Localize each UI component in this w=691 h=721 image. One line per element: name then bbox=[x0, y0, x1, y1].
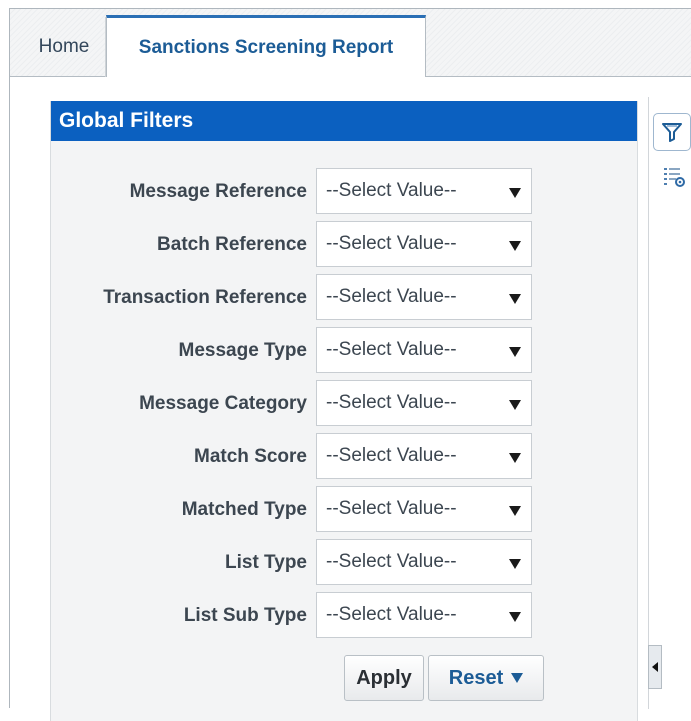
panel-title: Global Filters bbox=[59, 109, 194, 132]
tab-home-label: Home bbox=[38, 36, 90, 57]
select-value: --Select Value-- bbox=[326, 233, 457, 254]
filter-label: List Type bbox=[225, 552, 307, 573]
filter-row-message-category: Message Category --Select Value-- bbox=[51, 380, 637, 428]
select-value: --Select Value-- bbox=[326, 180, 457, 201]
select-value: --Select Value-- bbox=[326, 392, 457, 413]
chevron-down-icon bbox=[511, 673, 524, 683]
tab-content: Global Filters Message Reference --Selec… bbox=[10, 77, 691, 721]
tab-sanctions-screening-report[interactable]: Sanctions Screening Report bbox=[106, 15, 426, 78]
batch-reference-select[interactable]: --Select Value-- bbox=[316, 221, 532, 267]
message-category-select[interactable]: --Select Value-- bbox=[316, 380, 532, 426]
filter-row-message-type: Message Type --Select Value-- bbox=[51, 327, 637, 375]
filter-label: Message Type bbox=[178, 340, 307, 361]
filter-row-match-score: Match Score --Select Value-- bbox=[51, 433, 637, 481]
filter-label: Matched Type bbox=[181, 499, 307, 520]
filter-label: Batch Reference bbox=[157, 234, 307, 255]
transaction-reference-select[interactable]: --Select Value-- bbox=[316, 274, 532, 320]
collapse-left-icon bbox=[652, 662, 658, 672]
message-reference-select[interactable]: --Select Value-- bbox=[316, 168, 532, 214]
chevron-down-icon bbox=[509, 559, 521, 569]
chevron-down-icon bbox=[509, 294, 521, 304]
select-value: --Select Value-- bbox=[326, 445, 457, 466]
action-row: Apply Reset bbox=[51, 655, 637, 703]
filter-label: List Sub Type bbox=[183, 605, 307, 626]
select-value: --Select Value-- bbox=[326, 604, 457, 625]
list-type-select[interactable]: --Select Value-- bbox=[316, 539, 532, 585]
filter-row-transaction-reference: Transaction Reference --Select Value-- bbox=[51, 274, 637, 322]
matched-type-select[interactable]: --Select Value-- bbox=[316, 486, 532, 532]
chevron-down-icon bbox=[509, 506, 521, 516]
filter-icon bbox=[662, 123, 682, 142]
list-sub-type-select[interactable]: --Select Value-- bbox=[316, 592, 532, 638]
filter-row-matched-type: Matched Type --Select Value-- bbox=[51, 486, 637, 534]
tab-active-label: Sanctions Screening Report bbox=[138, 37, 394, 58]
chevron-down-icon bbox=[509, 453, 521, 463]
reset-label: Reset bbox=[448, 666, 504, 689]
filter-row-list-sub-type: List Sub Type --Select Value-- bbox=[51, 592, 637, 640]
select-value: --Select Value-- bbox=[326, 498, 457, 519]
tab-home[interactable]: Home bbox=[23, 17, 106, 77]
filter-toggle-button[interactable] bbox=[653, 113, 691, 151]
filter-label: Transaction Reference bbox=[103, 287, 307, 308]
apply-label: Apply bbox=[356, 666, 412, 689]
tab-bar: Home Sanctions Screening Report bbox=[10, 9, 691, 78]
filter-row-batch-reference: Batch Reference --Select Value-- bbox=[51, 221, 637, 269]
apply-button[interactable]: Apply bbox=[344, 655, 424, 701]
message-type-select[interactable]: --Select Value-- bbox=[316, 327, 532, 373]
collapse-panel-button[interactable] bbox=[648, 645, 662, 689]
filter-row-message-reference: Message Reference --Select Value-- bbox=[51, 168, 637, 216]
chevron-down-icon bbox=[509, 188, 521, 198]
report-frame: Home Sanctions Screening Report Global F… bbox=[9, 8, 691, 721]
filter-label: Message Category bbox=[139, 393, 307, 414]
chevron-down-icon bbox=[509, 347, 521, 357]
chevron-down-icon bbox=[509, 400, 521, 410]
chevron-down-icon bbox=[509, 612, 521, 622]
match-score-select[interactable]: --Select Value-- bbox=[316, 433, 532, 479]
side-divider bbox=[648, 97, 649, 709]
select-value: --Select Value-- bbox=[326, 286, 457, 307]
select-value: --Select Value-- bbox=[326, 551, 457, 572]
filter-row-list-type: List Type --Select Value-- bbox=[51, 539, 637, 587]
filter-label: Match Score bbox=[194, 446, 307, 467]
global-filters-panel: Global Filters Message Reference --Selec… bbox=[50, 101, 638, 721]
filter-label: Message Reference bbox=[129, 181, 307, 202]
panel-header: Global Filters bbox=[51, 101, 637, 141]
select-value: --Select Value-- bbox=[326, 339, 457, 360]
chevron-down-icon bbox=[509, 241, 521, 251]
list-settings-icon[interactable] bbox=[662, 165, 686, 189]
reset-button[interactable]: Reset bbox=[428, 655, 544, 701]
